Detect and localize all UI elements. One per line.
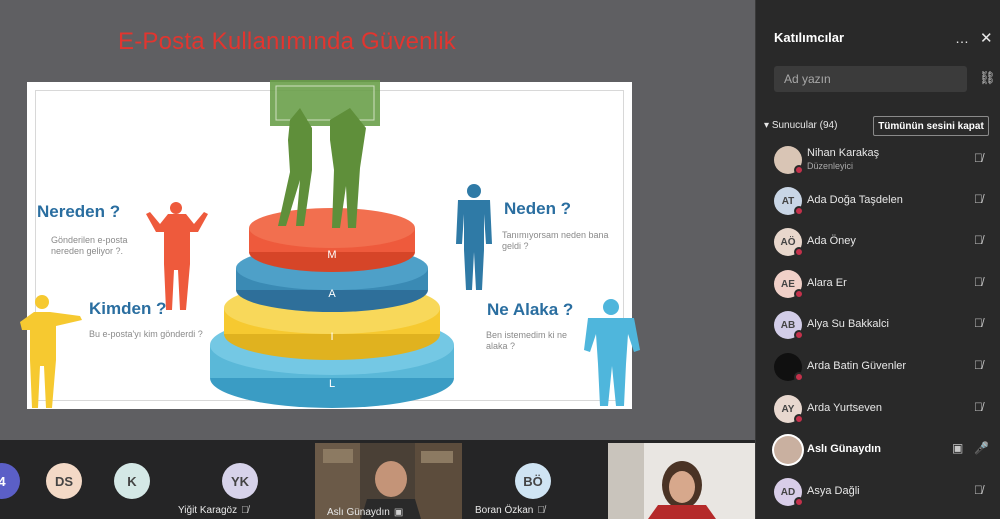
cake-layer-m: M [327,249,337,261]
participant-name: Arda Batin Güvenler [807,360,907,372]
screen-share-icon: ▣ [393,507,404,518]
participant-strip: 4 DS K YK Yiğit Karagöz 🎙̸ Aslı Günaydın ▣… [0,440,755,519]
share-invite-icon[interactable]: ⛓ [979,70,996,86]
mic-off-icon[interactable]: 🎙̸ [974,316,983,330]
participant-name: Nihan Karakaş [807,147,880,159]
avatar[interactable]: K [114,463,150,499]
participant-name: Ada Doğa Taşdelen [807,194,903,206]
presence-badge [794,330,804,340]
participant-row[interactable]: AT Ada Doğa Taşdelen 🎙̸ [756,181,1000,221]
participant-name: Ada Öney [807,235,856,247]
presence-badge [794,247,804,257]
slide-illustration [20,80,640,408]
presence-badge [794,497,804,507]
cyan-person-figure [584,299,640,406]
panel-title: Katılımcılar [774,30,845,45]
blue-person-figure [456,184,492,290]
section-label: Sunucular (94) [771,120,838,131]
screen-share-icon: ▣ [952,441,964,455]
participant-row[interactable]: AB Alya Su Bakkalci 🎙̸ [756,305,1000,345]
participants-panel: Katılımcılar … ✕ Ad yazın ⛓ ▾ Sunucular … [755,0,1000,519]
cake-layer-a: A [328,288,336,300]
presenters-section-toggle[interactable]: ▾ Sunucular (94) [764,120,837,131]
participant-row[interactable]: Nihan Karakaş Düzenleyici 🎙̸ [756,140,1000,180]
participant-row[interactable]: Aslı Günaydın ▣ 🎤 [756,430,1000,470]
yellow-person-figure [20,295,82,408]
more-options-icon[interactable]: … [955,30,970,46]
presence-badge [794,165,804,175]
participant-name: Alya Su Bakkalci [807,318,889,330]
avatar[interactable]: 4 [0,463,20,499]
red-person-figure [146,202,208,310]
green-people-figure [270,80,380,228]
mic-off-icon[interactable]: 🎙̸ [974,400,983,414]
mic-on-icon[interactable]: 🎤 [974,441,989,455]
avatar[interactable]: DS [46,463,82,499]
mic-off-icon: 🎙̸ [241,505,249,516]
participant-name: Yiğit Karagöz 🎙̸ [178,505,249,516]
participant-name: Aslı Günaydın ▣ [327,507,404,518]
avatar[interactable]: YK [222,463,258,499]
participant-role: Düzenleyici [807,161,854,171]
participant-row[interactable]: Arda Batin Güvenler 🎙̸ [756,347,1000,387]
participant-row[interactable]: AÖ Ada Öney 🎙̸ [756,222,1000,262]
cake-layer-l: L [328,378,336,390]
participant-row[interactable]: AD Asya Dağli 🎙̸ [756,472,1000,512]
participant-name: Arda Yurtseven [807,402,883,414]
participant-row[interactable]: AE Alara Er 🎙̸ [756,264,1000,304]
mic-off-icon[interactable]: 🎙̸ [974,358,983,372]
mic-off-icon[interactable]: 🎙̸ [974,151,983,165]
avatar[interactable]: BÖ [515,463,551,499]
participant-name: Boran Özkan 🎙̸ [475,505,545,516]
shared-screen: E-Posta Kullanımında Güvenlik Nereden ? … [0,0,755,440]
search-input[interactable]: Ad yazın [774,66,967,92]
mute-all-button[interactable]: Tümünün sesini kapat [873,116,989,136]
avatar [774,436,802,464]
chevron-down-icon: ▾ [764,120,772,131]
mic-off-icon[interactable]: 🎙̸ [974,192,983,206]
mic-off-icon: 🎙̸ [537,505,545,516]
mic-off-icon[interactable]: 🎙̸ [974,275,983,289]
presence-badge [794,414,804,424]
presence-badge [794,289,804,299]
participant-name: Asya Dağli [807,485,860,497]
participant-row[interactable]: AY Arda Yurtseven 🎙̸ [756,389,1000,429]
presence-badge [794,206,804,216]
mic-off-icon[interactable]: 🎙̸ [974,233,983,247]
video-feed-image [608,443,755,519]
mic-off-icon[interactable]: 🎙̸ [974,483,983,497]
close-icon[interactable]: ✕ [980,29,993,47]
presence-badge [794,372,804,382]
video-tile[interactable] [608,443,755,519]
cake-layer-i: I [330,331,334,343]
participant-name: Aslı Günaydın [807,443,881,455]
participant-name: Alara Er [807,277,847,289]
